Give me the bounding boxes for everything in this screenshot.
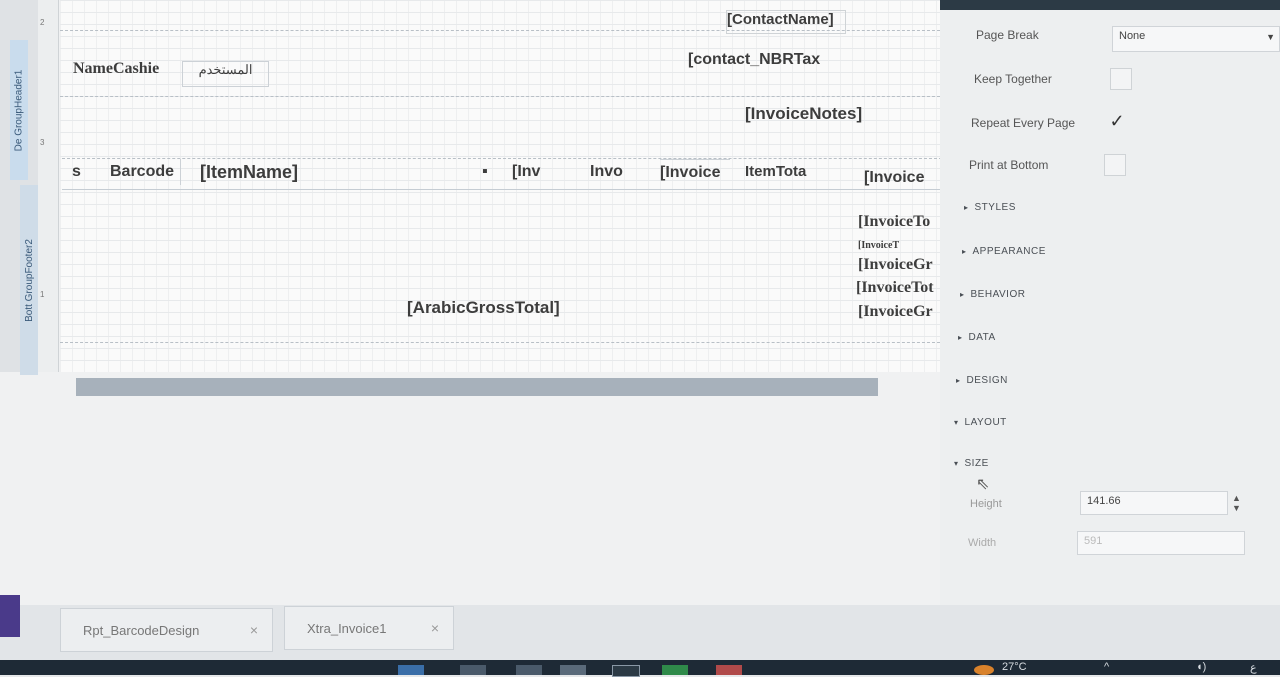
detail-row: s Barcode [ItemName] ▪ [Inv Invo [Invoic… — [62, 158, 942, 190]
keep-together-label: Keep Together — [974, 72, 1052, 86]
tab-xtra-invoice1[interactable]: Xtra_Invoice1 × — [284, 606, 454, 650]
keep-together-checkbox[interactable] — [1110, 68, 1132, 90]
field-arabic-gross-total[interactable]: [ArabicGrossTotal] — [407, 298, 577, 322]
cell-inv-1[interactable]: [Inv — [512, 159, 564, 185]
field-contact-name[interactable]: [ContactName] — [726, 10, 846, 34]
width-value: 591 — [1084, 535, 1103, 547]
section-design-label: DESIGN — [966, 375, 1008, 386]
tray-chevron-icon[interactable]: ^ — [1104, 661, 1109, 673]
section-appearance-label: APPEARANCE — [972, 246, 1046, 257]
ruler-number: 1 — [40, 290, 45, 299]
cell-s[interactable]: s — [72, 159, 96, 185]
cell-marker-icon[interactable]: ▪ — [482, 159, 496, 185]
field-invoice-total-1[interactable]: [InvoiceTo — [858, 213, 943, 233]
section-data[interactable]: ▸ DATA — [958, 332, 996, 343]
language-indicator[interactable]: ع — [1250, 661, 1257, 674]
taskbar-app-icon[interactable] — [662, 665, 688, 675]
weather-icon[interactable] — [974, 665, 994, 675]
print-at-bottom-checkbox[interactable] — [1104, 154, 1126, 176]
temperature-text: 27°C — [1002, 661, 1027, 673]
collapse-triangle-icon: ▸ — [958, 333, 963, 342]
width-input[interactable]: 591 — [1077, 531, 1245, 555]
page-break-select[interactable]: None ▼ — [1112, 26, 1280, 52]
collapse-triangle-icon: ▸ — [960, 290, 965, 299]
volume-icon[interactable]: ◖) — [1196, 661, 1206, 673]
section-design[interactable]: ▸ DESIGN — [956, 375, 1008, 386]
band-divider — [60, 342, 940, 343]
field-contact-nbr-tax[interactable]: [contact_NBRTax — [688, 51, 833, 73]
side-accent — [0, 595, 20, 637]
field-name-cashier[interactable]: NameCashie — [73, 60, 183, 82]
collapse-triangle-icon: ▸ — [962, 247, 967, 256]
section-behavior[interactable]: ▸ BEHAVIOR — [960, 289, 1025, 300]
taskbar-app-icon[interactable] — [516, 665, 542, 675]
cell-item-name[interactable]: [ItemName] — [200, 159, 480, 185]
expand-triangle-icon: ▾ — [954, 459, 959, 468]
section-behavior-label: BEHAVIOR — [970, 289, 1026, 300]
height-label: Height — [970, 498, 1002, 510]
ruler-number: 3 — [40, 138, 45, 147]
cell-inv-2[interactable]: Invo — [590, 159, 640, 185]
expand-triangle-icon: ▾ — [954, 418, 959, 427]
field-invoice-gross-1[interactable]: [InvoiceGr — [858, 256, 943, 276]
band-group-header-label: De GroupHeader1 — [13, 69, 25, 151]
field-invoice-total-2[interactable]: [InvoiceT — [858, 240, 943, 250]
section-size-label: SIZE — [964, 458, 989, 469]
windows-taskbar: 27°C ^ ◖) ع — [0, 660, 1280, 677]
section-styles-label: STYLES — [974, 202, 1016, 213]
close-icon[interactable]: × — [250, 622, 258, 638]
tab-label: Xtra_Invoice1 — [307, 620, 387, 636]
cell-item-total[interactable]: ItemTota — [745, 159, 825, 185]
tab-label: Rpt_BarcodeDesign — [83, 622, 200, 638]
height-input[interactable]: 141.66 — [1080, 491, 1228, 515]
height-value: 141.66 — [1087, 495, 1121, 507]
cell-inv-4[interactable]: [Invoice — [864, 165, 942, 191]
vertical-ruler: 2 3 1 — [38, 0, 59, 372]
band-divider — [60, 96, 940, 97]
chevron-down-icon: ▼ — [1266, 32, 1275, 42]
cell-inv-3[interactable]: [Invoice — [660, 159, 730, 186]
section-size[interactable]: ▾ SIZE — [954, 458, 989, 469]
section-data-label: DATA — [968, 332, 996, 343]
page-break-label: Page Break — [976, 28, 1039, 42]
band-group-footer[interactable]: Bott GroupFooter2 — [20, 185, 38, 375]
ruler-number: 2 — [40, 18, 45, 27]
cell-barcode[interactable]: Barcode — [110, 159, 181, 185]
repeat-every-page-checkbox[interactable]: ✓ — [1106, 111, 1128, 133]
mouse-cursor-icon: ⇖ — [976, 476, 990, 493]
page-break-value: None — [1119, 30, 1146, 42]
section-appearance[interactable]: ▸ APPEARANCE — [962, 246, 1046, 257]
taskbar-app-icon[interactable] — [398, 665, 424, 675]
taskbar-app-icon[interactable] — [560, 665, 586, 675]
field-invoice-gross-2[interactable]: [InvoiceGr — [858, 303, 943, 323]
print-at-bottom-label: Print at Bottom — [969, 158, 1049, 172]
close-icon[interactable]: × — [431, 620, 439, 636]
repeat-every-page-label: Repeat Every Page — [971, 116, 1076, 130]
width-label: Width — [968, 537, 997, 549]
report-design-surface[interactable]: De GroupHeader1 Bott GroupFooter2 2 3 1 … — [0, 0, 943, 605]
section-layout[interactable]: ▾ LAYOUT — [954, 417, 1007, 428]
collapse-triangle-icon: ▸ — [964, 203, 969, 212]
checkmark-icon: ✓ — [1109, 111, 1125, 131]
field-invoice-total-3[interactable]: [InvoiceTot — [856, 279, 941, 299]
tab-rpt-barcode-design[interactable]: Rpt_BarcodeDesign × — [60, 608, 273, 652]
taskbar-app-icon[interactable] — [460, 665, 486, 675]
section-styles[interactable]: ▸ STYLES — [964, 202, 1016, 213]
band-group-footer-label: Bott GroupFooter2 — [23, 238, 35, 322]
field-cashier-arabic[interactable]: المستخدم — [182, 61, 269, 87]
taskbar-app-icon[interactable] — [716, 665, 742, 675]
field-invoice-notes[interactable]: [InvoiceNotes] — [745, 104, 883, 128]
properties-panel — [940, 10, 1280, 605]
collapse-triangle-icon: ▸ — [956, 376, 961, 385]
spinner-icon[interactable]: ▲ ▼ — [1232, 493, 1241, 513]
band-group-header[interactable]: De GroupHeader1 — [10, 40, 28, 180]
horizontal-scrollbar[interactable] — [76, 378, 878, 396]
section-layout-label: LAYOUT — [964, 417, 1007, 428]
taskbar-app-icon[interactable] — [612, 665, 640, 677]
